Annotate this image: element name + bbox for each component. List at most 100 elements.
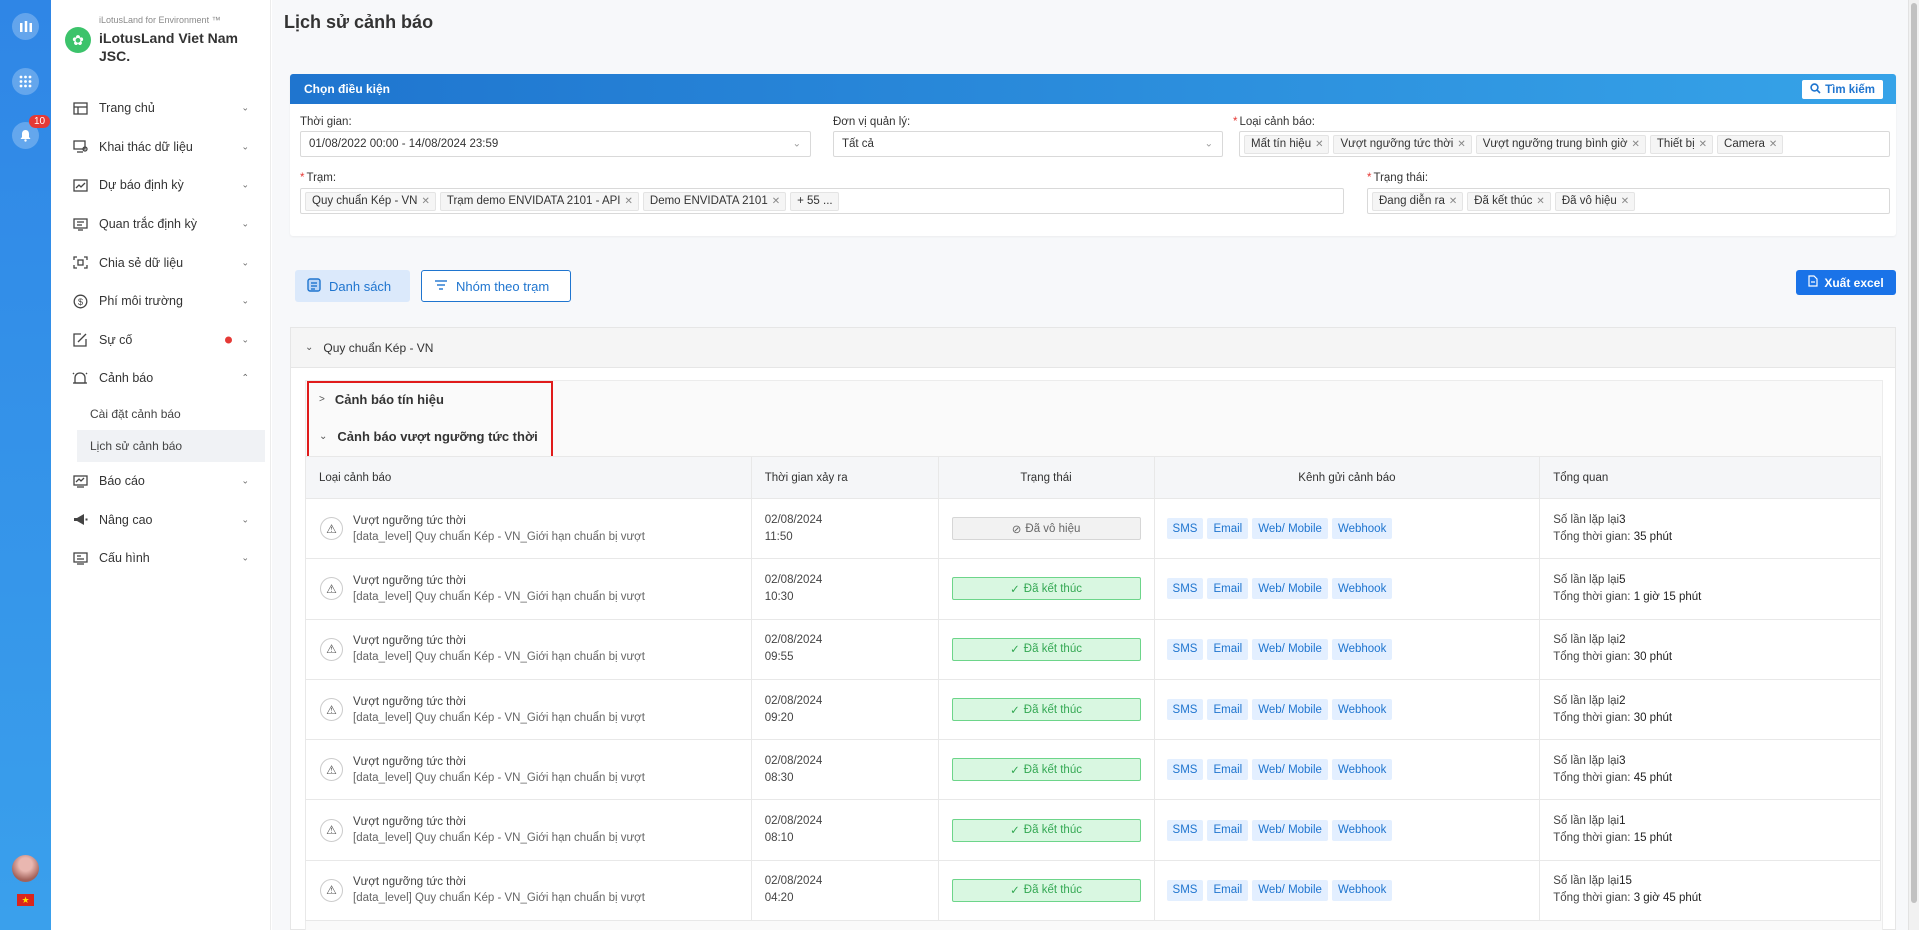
channel-webhook-tag[interactable]: Webhook	[1331, 638, 1393, 660]
sidebar-item-data-sharing[interactable]: Chia sẻ dữ liệu ⌄	[51, 243, 271, 282]
channel-web-mobile-tag[interactable]: Web/ Mobile	[1252, 759, 1328, 781]
table-row[interactable]: ⚠ Vượt ngưỡng tức thời [data_level] Quy …	[305, 618, 1881, 680]
close-icon[interactable]: ✕	[1315, 139, 1323, 150]
time-range-picker[interactable]: 01/08/2022 00:00 - 14/08/2024 23:59 ⌄	[300, 131, 811, 157]
list-view-button[interactable]: Danh sách	[295, 270, 410, 302]
sidebar-item-environment-fee[interactable]: $ Phí môi trường ⌄	[51, 282, 271, 321]
group-view-label: Nhóm theo trạm	[456, 278, 550, 294]
channel-webhook-tag[interactable]: Webhook	[1331, 578, 1393, 600]
channel-web-mobile-tag[interactable]: Web/ Mobile	[1252, 879, 1328, 901]
close-icon[interactable]: ✕	[1632, 139, 1640, 150]
table-row[interactable]: ⚠ Vượt ngưỡng tức thời [data_level] Quy …	[305, 799, 1881, 861]
page-scrollbar[interactable]	[1908, 0, 1919, 930]
channel-email-tag[interactable]: Email	[1207, 578, 1249, 600]
language-flag-icon[interactable]: ★	[17, 894, 34, 906]
occurred-date: 02/08/2024	[764, 754, 823, 767]
export-excel-button[interactable]: Xuất excel	[1796, 270, 1896, 295]
channel-web-mobile-tag[interactable]: Web/ Mobile	[1252, 819, 1328, 841]
alert-type-cell: ⚠ Vượt ngưỡng tức thời [data_level] Quy …	[305, 799, 752, 861]
alert-description: [data_level] Quy chuẩn Kép - VN_Giới hạn…	[353, 892, 645, 905]
table-row[interactable]: ⚠ Vượt ngưỡng tức thời [data_level] Quy …	[305, 859, 1881, 922]
table-row[interactable]: ⚠ Vượt ngưỡng tức thời [data_level] Quy …	[305, 739, 1881, 801]
station-more-tag[interactable]: + 55 ...	[790, 191, 839, 211]
channel-webhook-tag[interactable]: Webhook	[1331, 518, 1393, 540]
channel-email-tag[interactable]: Email	[1207, 699, 1249, 721]
sidebar-item-config[interactable]: Cấu hình ⌄	[51, 539, 271, 578]
occurred-time-cell: 02/08/2024 09:55	[750, 618, 939, 680]
sidebar-item-label: Dự báo định kỳ	[99, 178, 184, 193]
station-select[interactable]: Quy chuẩn Kép - VN ✕ Trạm demo ENVIDATA 2…	[300, 188, 1344, 214]
sidebar-item-label: Quan trắc định kỳ	[99, 217, 197, 232]
sidebar-item-incident[interactable]: Sự cố ⌄	[51, 321, 271, 360]
channel-email-tag[interactable]: Email	[1207, 819, 1249, 841]
status-label: Đã kết thúc	[1023, 763, 1082, 776]
chevron-down-icon: ⌄	[241, 102, 249, 113]
close-icon[interactable]: ✕	[1699, 139, 1707, 150]
sidebar-item-periodic-monitoring[interactable]: Quan trắc định kỳ ⌄	[51, 205, 271, 244]
sidebar-item-home[interactable]: Trang chủ ⌄	[51, 89, 271, 128]
alert-type-cell: ⚠ Vượt ngưỡng tức thời [data_level] Quy …	[305, 859, 752, 922]
channel-webhook-tag[interactable]: Webhook	[1331, 759, 1393, 781]
channel-webhook-tag[interactable]: Webhook	[1331, 879, 1393, 901]
sidebar-item-forecast[interactable]: Dự báo định kỳ ⌄	[51, 166, 271, 205]
channel-sms-tag[interactable]: SMS	[1166, 638, 1204, 660]
sidebar-item-advanced[interactable]: Nâng cao ⌄	[51, 500, 271, 539]
channel-email-tag[interactable]: Email	[1207, 638, 1249, 660]
filter-header-title: Chọn điều kiện	[304, 82, 391, 96]
close-icon[interactable]: ✕	[625, 196, 633, 207]
channel-email-tag[interactable]: Email	[1207, 759, 1249, 781]
channel-email-tag[interactable]: Email	[1207, 518, 1249, 540]
total-duration: 3 giờ 45 phút	[1633, 892, 1702, 905]
status-select[interactable]: Đang diễn ra ✕ Đã kết thúc ✕ Đã vô hiệu ✕	[1367, 188, 1890, 214]
sidebar-item-report[interactable]: Báo cáo ⌄	[51, 462, 271, 501]
scrollbar-thumb[interactable]	[1911, 3, 1917, 903]
channel-webhook-tag[interactable]: Webhook	[1331, 699, 1393, 721]
occurred-date: 02/08/2024	[764, 815, 823, 828]
sidebar-item-data-mining[interactable]: Khai thác dữ liệu ⌄	[51, 128, 271, 167]
close-icon[interactable]: ✕	[1449, 196, 1457, 207]
close-icon[interactable]: ✕	[1769, 139, 1777, 150]
channel-web-mobile-tag[interactable]: Web/ Mobile	[1252, 578, 1328, 600]
close-icon[interactable]: ✕	[1621, 196, 1629, 207]
channels-cell: SMS Email Web/ Mobile Webhook	[1153, 678, 1541, 741]
repeat-label: Số lần lặp lại	[1553, 815, 1620, 828]
occurred-date: 02/08/2024	[764, 875, 823, 888]
channel-web-mobile-tag[interactable]: Web/ Mobile	[1252, 699, 1328, 721]
occurred-time: 04:20	[764, 892, 794, 905]
apps-grid-icon[interactable]	[12, 68, 39, 95]
station-header[interactable]: ⌄ Quy chuẩn Kép - VN	[291, 328, 1895, 368]
search-button[interactable]: Tìm kiếm	[1802, 80, 1883, 99]
station-tag: Trạm demo ENVIDATA 2101 - API ✕	[439, 191, 639, 211]
status-cell: ✓ Đã kết thúc	[937, 739, 1155, 801]
unit-select-value: Tất cả	[842, 138, 874, 150]
group-by-station-button[interactable]: Nhóm theo trạm	[421, 270, 571, 302]
sidebar-subitem-alert-settings[interactable]: Cài đặt cảnh báo	[51, 398, 271, 430]
channel-sms-tag[interactable]: SMS	[1166, 578, 1204, 600]
unit-select[interactable]: Tất cả ⌄	[833, 131, 1223, 157]
table-row[interactable]: ⚠ Vượt ngưỡng tức thời [data_level] Quy …	[305, 558, 1881, 620]
sidebar-item-alerts[interactable]: Cảnh báo ⌃	[51, 359, 271, 398]
close-icon[interactable]: ✕	[1536, 196, 1544, 207]
channel-sms-tag[interactable]: SMS	[1166, 518, 1204, 540]
sidebar-subitem-alert-history[interactable]: Lịch sử cảnh báo	[77, 429, 265, 462]
channel-web-mobile-tag[interactable]: Web/ Mobile	[1252, 638, 1328, 660]
channel-sms-tag[interactable]: SMS	[1166, 759, 1204, 781]
warning-icon: ⚠	[320, 517, 343, 541]
alert-history-table: Loại cảnh báo Thời gian xảy ra Trạng thá…	[305, 456, 1881, 922]
table-row[interactable]: ⚠ Vượt ngưỡng tức thời [data_level] Quy …	[305, 497, 1881, 560]
channel-sms-tag[interactable]: SMS	[1166, 819, 1204, 841]
channel-sms-tag[interactable]: SMS	[1166, 699, 1204, 721]
user-avatar[interactable]	[12, 855, 39, 882]
app-logo-icon[interactable]	[12, 13, 39, 40]
channel-sms-tag[interactable]: SMS	[1166, 879, 1204, 901]
alert-type-select[interactable]: Mất tín hiệu ✕ Vượt ngưỡng tức thời ✕ Vượt…	[1239, 131, 1890, 157]
close-icon[interactable]: ✕	[772, 196, 780, 207]
occurred-time: 10:30	[764, 590, 794, 603]
channel-webhook-tag[interactable]: Webhook	[1331, 819, 1393, 841]
channel-email-tag[interactable]: Email	[1207, 879, 1249, 901]
warning-icon: ⚠	[320, 878, 343, 902]
close-icon[interactable]: ✕	[421, 196, 429, 207]
table-row[interactable]: ⚠ Vượt ngưỡng tức thời [data_level] Quy …	[305, 678, 1881, 741]
channel-web-mobile-tag[interactable]: Web/ Mobile	[1252, 518, 1328, 540]
close-icon[interactable]: ✕	[1457, 139, 1465, 150]
